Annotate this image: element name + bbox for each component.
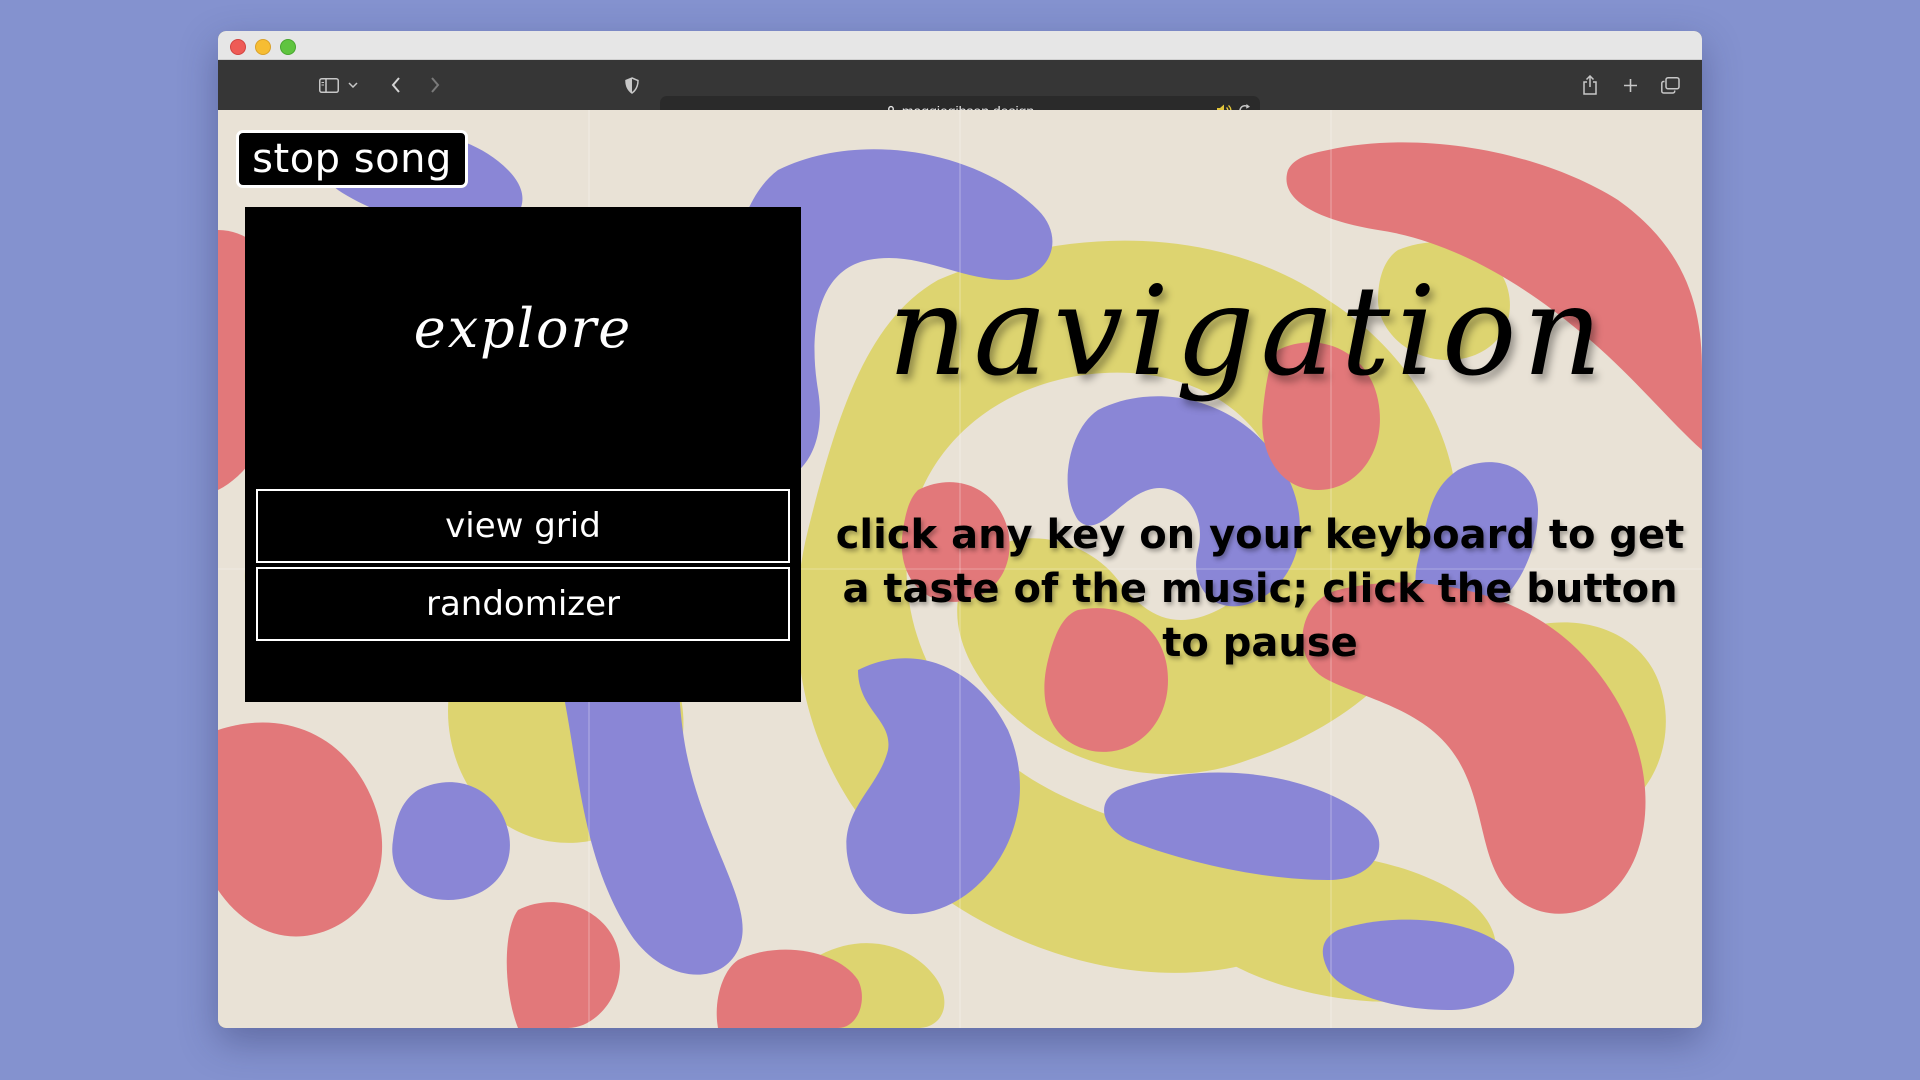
browser-toolbar: maggiegibson.design <box>218 60 1702 126</box>
page-title: navigation <box>887 260 1609 404</box>
explore-panel: explore view grid randomizer <box>245 207 801 702</box>
chevron-down-icon[interactable] <box>346 60 360 110</box>
shield-icon[interactable] <box>622 60 642 110</box>
window-titlebar <box>218 31 1702 60</box>
close-window-button[interactable] <box>230 39 246 55</box>
forward-icon[interactable] <box>425 60 445 110</box>
view-grid-button[interactable]: view grid <box>256 489 790 563</box>
stop-song-button[interactable]: stop song <box>236 130 468 188</box>
explore-heading: explore <box>413 297 633 360</box>
browser-window: maggiegibson.design <box>218 31 1702 1028</box>
tabs-overview-icon[interactable] <box>1659 60 1681 110</box>
webpage: stop song explore view grid randomizer n… <box>218 110 1702 1028</box>
new-tab-icon[interactable] <box>1620 60 1640 110</box>
back-icon[interactable] <box>386 60 406 110</box>
sidebar-icon[interactable] <box>318 60 340 110</box>
minimize-window-button[interactable] <box>255 39 271 55</box>
instructions-text: click any key on your keyboard to get a … <box>835 512 1685 666</box>
zoom-window-button[interactable] <box>280 39 296 55</box>
randomizer-button[interactable]: randomizer <box>256 567 790 641</box>
desktop-backdrop: maggiegibson.design <box>0 0 1920 1080</box>
share-icon[interactable] <box>1580 60 1600 110</box>
